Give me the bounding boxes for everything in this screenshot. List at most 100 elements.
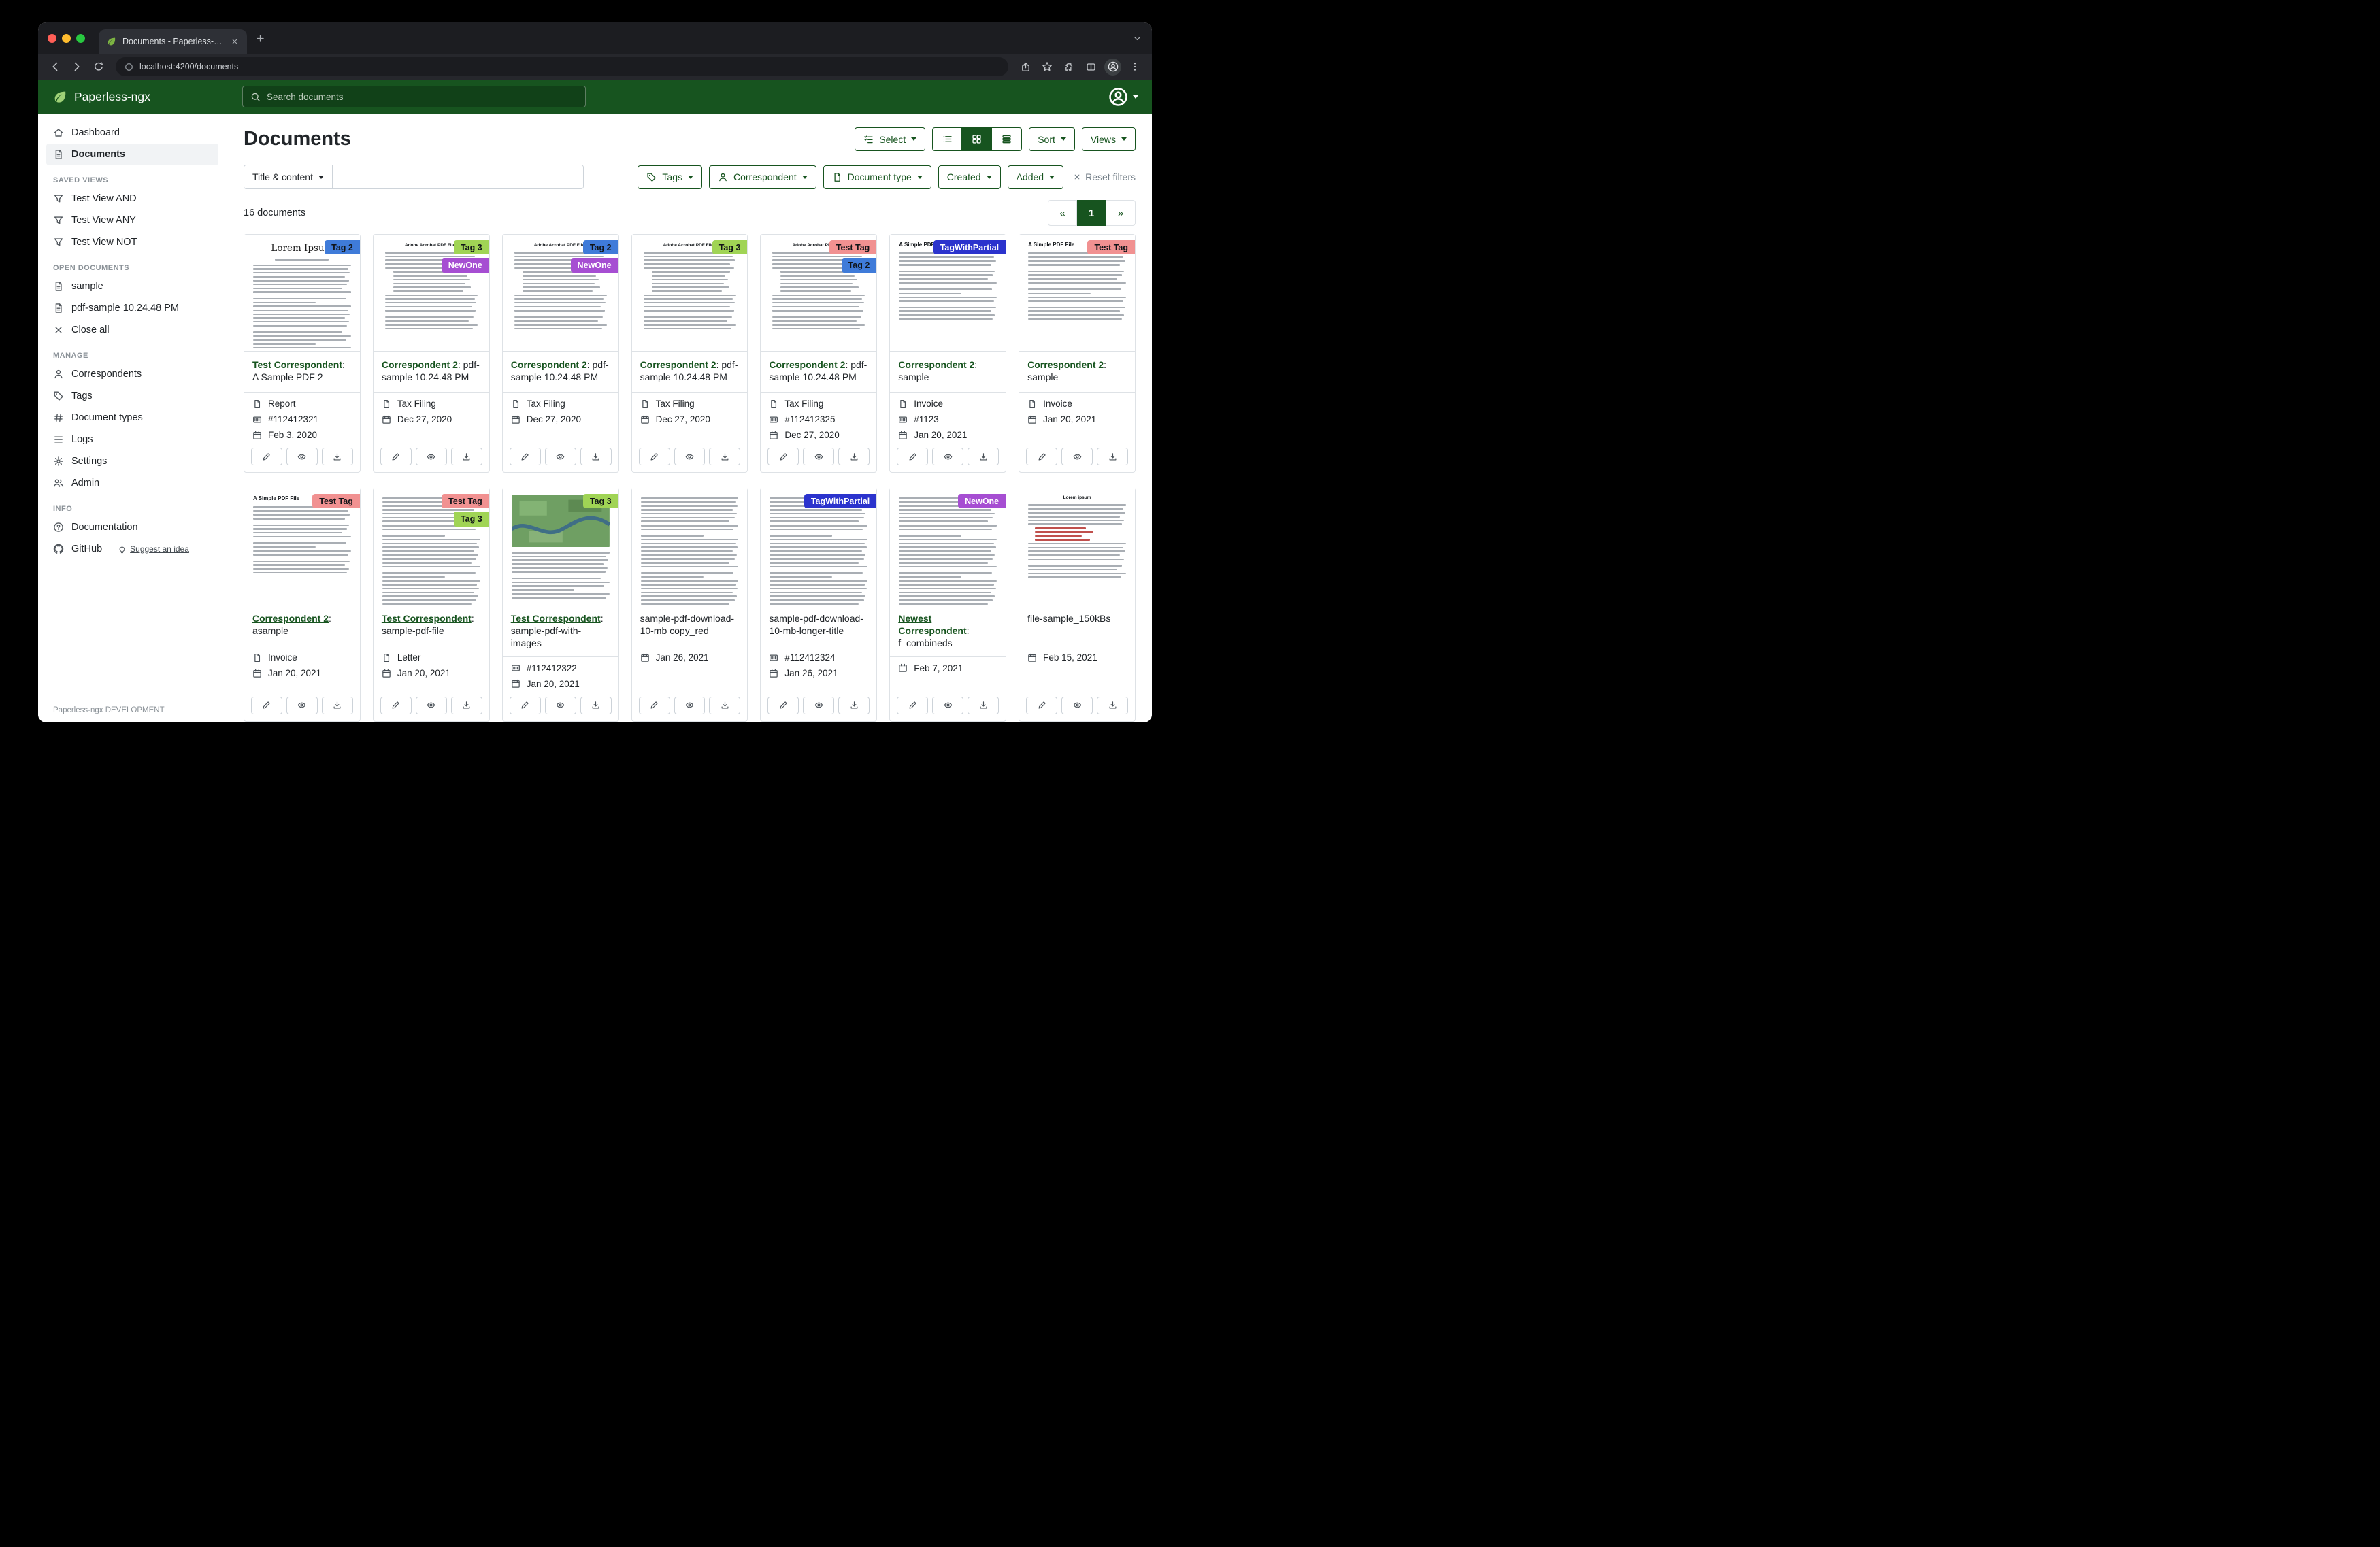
document-download-button[interactable] <box>968 697 999 714</box>
filter-document-type-button[interactable]: Document type <box>823 165 931 189</box>
title-content-filter-input[interactable] <box>333 165 583 188</box>
tag-badge[interactable]: Tag 3 <box>454 240 489 254</box>
correspondent-link[interactable]: Correspondent 2 <box>769 359 845 370</box>
tab-search-icon[interactable] <box>1132 33 1142 44</box>
zoom-window-button[interactable] <box>76 34 85 43</box>
correspondent-link[interactable]: Correspondent 2 <box>1027 359 1104 370</box>
filter-field-selector[interactable]: Title & content <box>244 165 333 188</box>
filter-tags-button[interactable]: Tags <box>638 165 702 189</box>
document-preview-button[interactable] <box>932 448 963 465</box>
sidebar-item-sample[interactable]: sample <box>46 276 218 297</box>
tag-badge[interactable]: TagWithPartial <box>804 494 876 508</box>
document-download-button[interactable] <box>451 448 482 465</box>
correspondent-link[interactable]: Correspondent 2 <box>252 613 329 624</box>
document-title[interactable]: Test Correspondent: sample-pdf-with-imag… <box>503 605 618 656</box>
share-icon[interactable] <box>1015 56 1036 77</box>
reload-icon[interactable] <box>88 56 109 77</box>
tag-badge[interactable]: Test Tag <box>829 240 877 254</box>
document-edit-button[interactable] <box>251 697 282 714</box>
tag-badge[interactable]: Test Tag <box>312 494 360 508</box>
document-preview-button[interactable] <box>545 448 576 465</box>
tag-badge[interactable]: Tag 3 <box>454 512 489 526</box>
browser-profile-avatar[interactable] <box>1104 59 1121 76</box>
app-brand[interactable]: Paperless-ngx <box>38 90 227 104</box>
sidebar-item-test-view-not[interactable]: Test View NOT <box>46 231 218 253</box>
grid-view-button[interactable] <box>962 127 992 151</box>
document-download-button[interactable] <box>838 697 870 714</box>
tag-badge[interactable]: TagWithPartial <box>933 240 1006 254</box>
document-download-button[interactable] <box>322 697 353 714</box>
document-preview-button[interactable] <box>545 697 576 714</box>
forward-icon[interactable] <box>67 56 87 77</box>
document-thumbnail[interactable] <box>632 488 748 605</box>
suggest-an-idea-link[interactable]: Suggest an idea <box>118 544 189 554</box>
extensions-puzzle-icon[interactable] <box>1059 56 1079 77</box>
search-input[interactable] <box>267 92 578 102</box>
correspondent-link[interactable]: Correspondent 2 <box>640 359 716 370</box>
document-preview-button[interactable] <box>803 697 834 714</box>
document-preview-button[interactable] <box>1061 448 1093 465</box>
sidebar-item-settings[interactable]: Settings <box>46 450 218 472</box>
reset-filters-button[interactable]: Reset filters <box>1073 171 1136 182</box>
document-thumbnail[interactable]: A Simple PDF FileTest Tag <box>244 488 360 605</box>
document-download-button[interactable] <box>451 697 482 714</box>
previous-page-button[interactable]: « <box>1048 200 1077 226</box>
document-edit-button[interactable] <box>767 448 799 465</box>
document-title[interactable]: Test Correspondent: sample-pdf-file <box>374 605 489 646</box>
correspondent-link[interactable]: Newest Correspondent <box>898 613 966 636</box>
document-edit-button[interactable] <box>767 697 799 714</box>
document-download-button[interactable] <box>968 448 999 465</box>
document-thumbnail[interactable]: Lorem IpsumTag 2 <box>244 235 360 352</box>
document-preview-button[interactable] <box>803 448 834 465</box>
document-edit-button[interactable] <box>510 697 541 714</box>
user-menu[interactable] <box>1108 87 1138 107</box>
tag-badge[interactable]: NewOne <box>571 258 618 272</box>
select-button[interactable]: Select <box>855 127 925 151</box>
filter-correspondent-button[interactable]: Correspondent <box>709 165 816 189</box>
document-edit-button[interactable] <box>897 448 928 465</box>
document-title[interactable]: sample-pdf-download-10-mb copy_red <box>632 605 748 646</box>
document-edit-button[interactable] <box>639 697 670 714</box>
site-info-icon[interactable] <box>125 63 133 71</box>
sidebar-item-correspondents[interactable]: Correspondents <box>46 363 218 385</box>
document-title[interactable]: Correspondent 2: pdf-sample 10.24.48 PM <box>761 352 876 392</box>
document-thumbnail[interactable]: Adobe Acrobat PDF FilesTag 3NewOne <box>374 235 489 352</box>
document-edit-button[interactable] <box>897 697 928 714</box>
tag-badge[interactable]: Tag 2 <box>583 240 618 254</box>
document-thumbnail[interactable]: Lorem ipsum <box>1019 488 1135 605</box>
sidebar-item-test-view-and[interactable]: Test View AND <box>46 188 218 210</box>
document-title[interactable]: file-sample_150kBs <box>1019 605 1135 646</box>
document-edit-button[interactable] <box>1026 448 1057 465</box>
document-edit-button[interactable] <box>251 448 282 465</box>
document-download-button[interactable] <box>709 697 740 714</box>
tag-badge[interactable]: Test Tag <box>442 494 489 508</box>
correspondent-link[interactable]: Correspondent 2 <box>898 359 974 370</box>
correspondent-link[interactable]: Test Correspondent <box>511 613 601 624</box>
document-preview-button[interactable] <box>932 697 963 714</box>
global-search[interactable] <box>242 86 586 107</box>
document-download-button[interactable] <box>838 448 870 465</box>
document-title[interactable]: Correspondent 2: pdf-sample 10.24.48 PM <box>503 352 618 392</box>
document-title[interactable]: Newest Correspondent: f_combineds <box>890 605 1006 656</box>
document-edit-button[interactable] <box>639 448 670 465</box>
document-thumbnail[interactable]: TagWithPartial <box>761 488 876 605</box>
correspondent-link[interactable]: Test Correspondent <box>382 613 472 624</box>
minimize-window-button[interactable] <box>62 34 71 43</box>
tag-badge[interactable]: Tag 2 <box>842 258 877 272</box>
document-download-button[interactable] <box>580 448 612 465</box>
document-title[interactable]: Test Correspondent: A Sample PDF 2 <box>244 352 360 392</box>
document-edit-button[interactable] <box>510 448 541 465</box>
document-preview-button[interactable] <box>286 697 318 714</box>
tab-close-icon[interactable] <box>231 37 239 46</box>
document-thumbnail[interactable]: NewOne <box>890 488 1006 605</box>
document-title[interactable]: Correspondent 2: pdf-sample 10.24.48 PM <box>374 352 489 392</box>
sidebar-item-dashboard[interactable]: Dashboard <box>46 122 218 144</box>
browser-menu-icon[interactable] <box>1125 56 1145 77</box>
correspondent-link[interactable]: Test Correspondent <box>252 359 342 370</box>
sidebar-item-tags[interactable]: Tags <box>46 385 218 407</box>
document-thumbnail[interactable]: Tag 3 <box>503 488 618 605</box>
document-thumbnail[interactable]: Test Tag Tag 3 <box>374 488 489 605</box>
document-edit-button[interactable] <box>380 697 412 714</box>
document-download-button[interactable] <box>709 448 740 465</box>
document-edit-button[interactable] <box>1026 697 1057 714</box>
